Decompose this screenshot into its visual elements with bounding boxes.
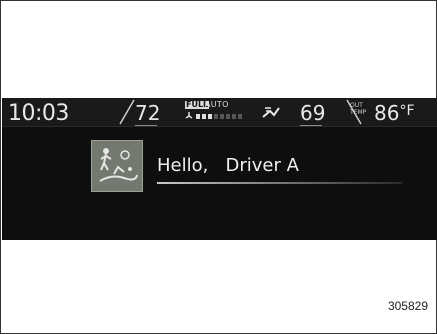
driver-avatar [91,140,143,192]
outside-temp-label: OUT TEMP [350,102,367,116]
fan-level-segment [226,114,230,119]
fan-speed-indicator [185,112,242,119]
figure-code: 305829 [387,299,428,313]
fan-level-segment [196,114,200,119]
figure-frame: 10:03 72 FULL AUTO 69 OUT TEMP 86°F Hell… [0,0,437,334]
vehicle-display: 10:03 72 FULL AUTO 69 OUT TEMP 86°F Hell… [2,98,437,240]
greeting-underline [157,182,402,184]
passenger-temp: 69 [300,101,326,125]
status-bar: 10:03 72 FULL AUTO 69 OUT TEMP 86°F [2,98,437,127]
separator-left [119,99,135,125]
greeting-panel: Hello, Driver A [2,126,437,240]
fan-level-segment [232,114,236,119]
auto-mode-label: AUTO [205,100,229,109]
fan-level-segment [208,114,212,119]
airflow-mode-icon [262,107,280,118]
fan-icon [185,112,193,119]
outside-label-line2: TEMP [350,108,367,116]
fan-level-segment [220,114,224,119]
fan-level-segment [202,114,206,119]
driver-profile-icon [92,141,142,191]
driver-temp: 72 [135,101,161,125]
greeting-text: Hello, Driver A [157,155,299,176]
fan-level-bars [196,114,242,119]
fan-level-segment [238,114,242,119]
fan-level-segment [214,114,218,119]
outside-temp-value: 86 [374,101,400,125]
outside-temp-unit: °F [399,103,415,119]
outside-temp: 86°F [374,103,415,123]
